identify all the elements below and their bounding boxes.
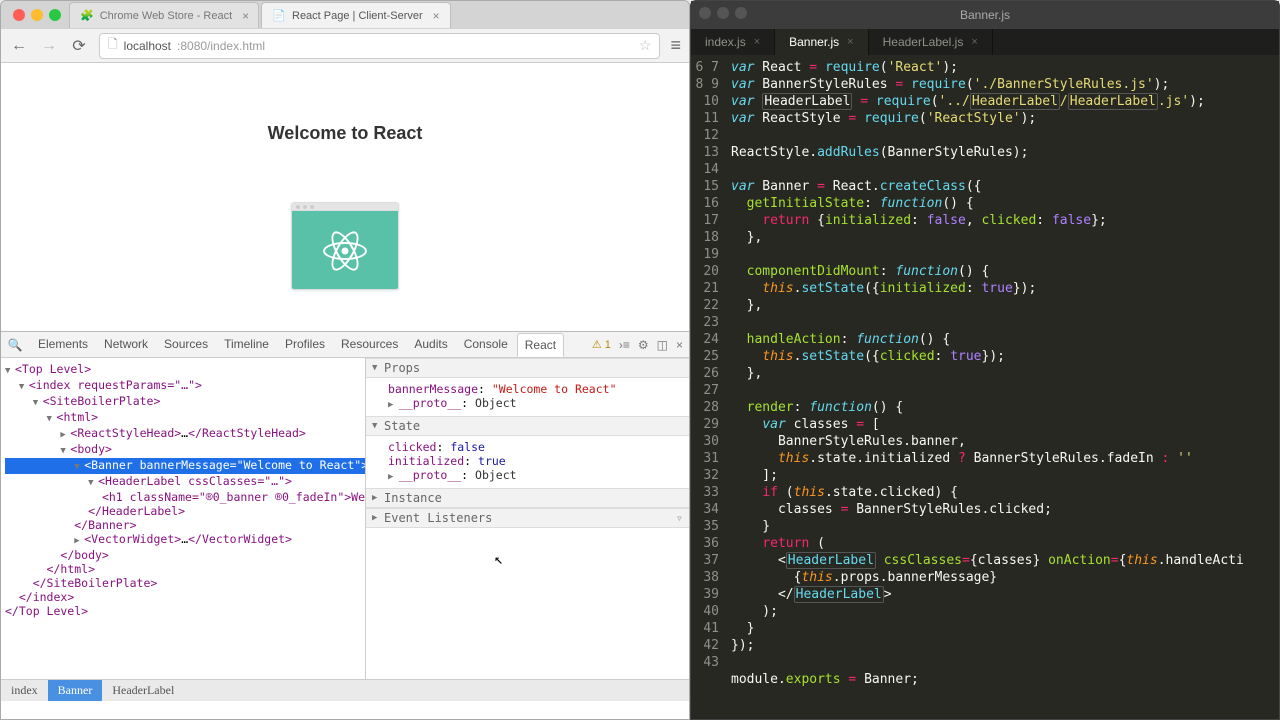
state-section-header[interactable]: ▼State [366, 416, 689, 436]
devtools-tab-profiles[interactable]: Profiles [278, 333, 332, 357]
window-controls [5, 3, 69, 27]
filter-icon[interactable]: ▿ [676, 511, 683, 525]
page-content: Welcome to React [1, 63, 689, 331]
props-section-header[interactable]: ▼Props [366, 358, 689, 378]
close-tab-icon[interactable]: × [754, 36, 760, 48]
warnings-count[interactable]: ⚠ 1 [592, 338, 611, 351]
close-window-button[interactable] [13, 9, 25, 21]
back-button[interactable]: ← [9, 37, 29, 55]
devtools-tab-elements[interactable]: Elements [31, 333, 95, 357]
page-favicon: 📄 [272, 9, 286, 23]
close-tab-icon[interactable]: × [971, 36, 977, 48]
page-title: Welcome to React [268, 123, 423, 144]
devtools-tab-network[interactable]: Network [97, 333, 155, 357]
code-area[interactable]: 6 7 8 9 10 11 12 13 14 15 16 17 18 19 20… [691, 55, 1279, 719]
devtools-tabs: Elements Network Sources Timeline Profil… [31, 333, 564, 357]
devtools-tab-sources[interactable]: Sources [157, 333, 215, 357]
close-tab-icon[interactable]: × [242, 9, 249, 23]
close-devtools-icon[interactable]: × [676, 338, 683, 352]
browser-tab-0[interactable]: 🧩 Chrome Web Store - React × [69, 2, 259, 28]
settings-icon[interactable]: ⚙ [638, 338, 649, 352]
editor-title: Banner.js [960, 8, 1010, 22]
props-body: bannerMessage: "Welcome to React" ▶ __pr… [366, 378, 689, 416]
editor-titlebar: Banner.js [691, 1, 1279, 29]
minimize-window-button[interactable] [31, 9, 43, 21]
browser-menu-button[interactable]: ≡ [670, 35, 681, 56]
dock-icon[interactable]: ◫ [657, 338, 668, 352]
close-window-button[interactable] [699, 7, 711, 19]
editor-tab-index[interactable]: index.js× [691, 29, 775, 55]
close-tab-icon[interactable]: × [433, 9, 440, 23]
devtools-tab-react[interactable]: React [517, 333, 564, 357]
event-listeners-section-header[interactable]: ▶Event Listeners▿ [366, 508, 689, 528]
editor-tab-banner[interactable]: Banner.js× [775, 29, 868, 55]
zoom-window-button[interactable] [49, 9, 61, 21]
devtools-tab-audits[interactable]: Audits [407, 333, 454, 357]
instance-section-header[interactable]: ▶Instance [366, 488, 689, 508]
react-component-tree[interactable]: <Top Level> <index requestParams="…"> <S… [1, 358, 366, 679]
editor-window: Banner.js index.js× Banner.js× HeaderLab… [690, 0, 1280, 720]
devtools-panel: 🔍 Elements Network Sources Timeline Prof… [1, 331, 689, 701]
react-logo [292, 211, 398, 290]
url-path: :8080/index.html [177, 39, 265, 53]
tab-title: Chrome Web Store - React [100, 10, 232, 22]
zoom-window-button[interactable] [735, 7, 747, 19]
devtools-tab-console[interactable]: Console [457, 333, 515, 357]
site-info-icon[interactable]: 🗋 [108, 35, 118, 56]
component-breadcrumbs: index Banner HeaderLabel [1, 679, 689, 701]
close-tab-icon[interactable]: × [847, 36, 853, 48]
mouse-cursor-icon: ↖ [494, 550, 503, 568]
browser-navbar: ← → ⟳ 🗋 localhost :8080/index.html ☆ ≡ [1, 29, 689, 63]
tab-title: React Page | Client-Server [292, 10, 423, 22]
crumb-banner[interactable]: Banner [48, 680, 103, 701]
bookmark-star-icon[interactable]: ☆ [639, 37, 652, 54]
browser-tab-strip: 🧩 Chrome Web Store - React × 📄 React Pag… [1, 1, 689, 29]
selected-component-banner[interactable]: <Banner bannerMessage="Welcome to React"… [5, 458, 365, 474]
url-host: localhost [124, 39, 171, 53]
line-gutter: 6 7 8 9 10 11 12 13 14 15 16 17 18 19 20… [691, 55, 725, 719]
reload-button[interactable]: ⟳ [69, 36, 89, 56]
minimize-window-button[interactable] [717, 7, 729, 19]
address-bar[interactable]: 🗋 localhost :8080/index.html ☆ [99, 33, 660, 59]
editor-tabs: index.js× Banner.js× HeaderLabel.js× [691, 29, 1279, 55]
console-toggle-icon[interactable]: ›≡ [619, 338, 630, 352]
state-body: clicked: false initialized: true ▶ __pro… [366, 436, 689, 488]
crumb-headerlabel[interactable]: HeaderLabel [102, 680, 184, 701]
editor-window-controls [691, 1, 755, 25]
react-atom-icon [322, 228, 368, 274]
browser-tab-1[interactable]: 📄 React Page | Client-Server × [261, 2, 451, 28]
editor-tab-headerlabel[interactable]: HeaderLabel.js× [869, 29, 993, 55]
code-content[interactable]: var React = require('React'); var Banner… [725, 55, 1279, 719]
card-titlebar [292, 203, 398, 211]
react-logo-card [291, 202, 399, 290]
react-side-panel: ▼Props bannerMessage: "Welcome to React"… [366, 358, 689, 679]
webstore-favicon: 🧩 [80, 9, 94, 23]
devtools-tab-resources[interactable]: Resources [334, 333, 405, 357]
browser-window: 🧩 Chrome Web Store - React × 📄 React Pag… [0, 0, 690, 720]
forward-button[interactable]: → [39, 37, 59, 55]
inspect-element-icon[interactable]: 🔍 [7, 338, 23, 352]
devtools-toolbar: 🔍 Elements Network Sources Timeline Prof… [1, 332, 689, 358]
crumb-index[interactable]: index [1, 680, 48, 701]
devtools-tab-timeline[interactable]: Timeline [217, 333, 276, 357]
